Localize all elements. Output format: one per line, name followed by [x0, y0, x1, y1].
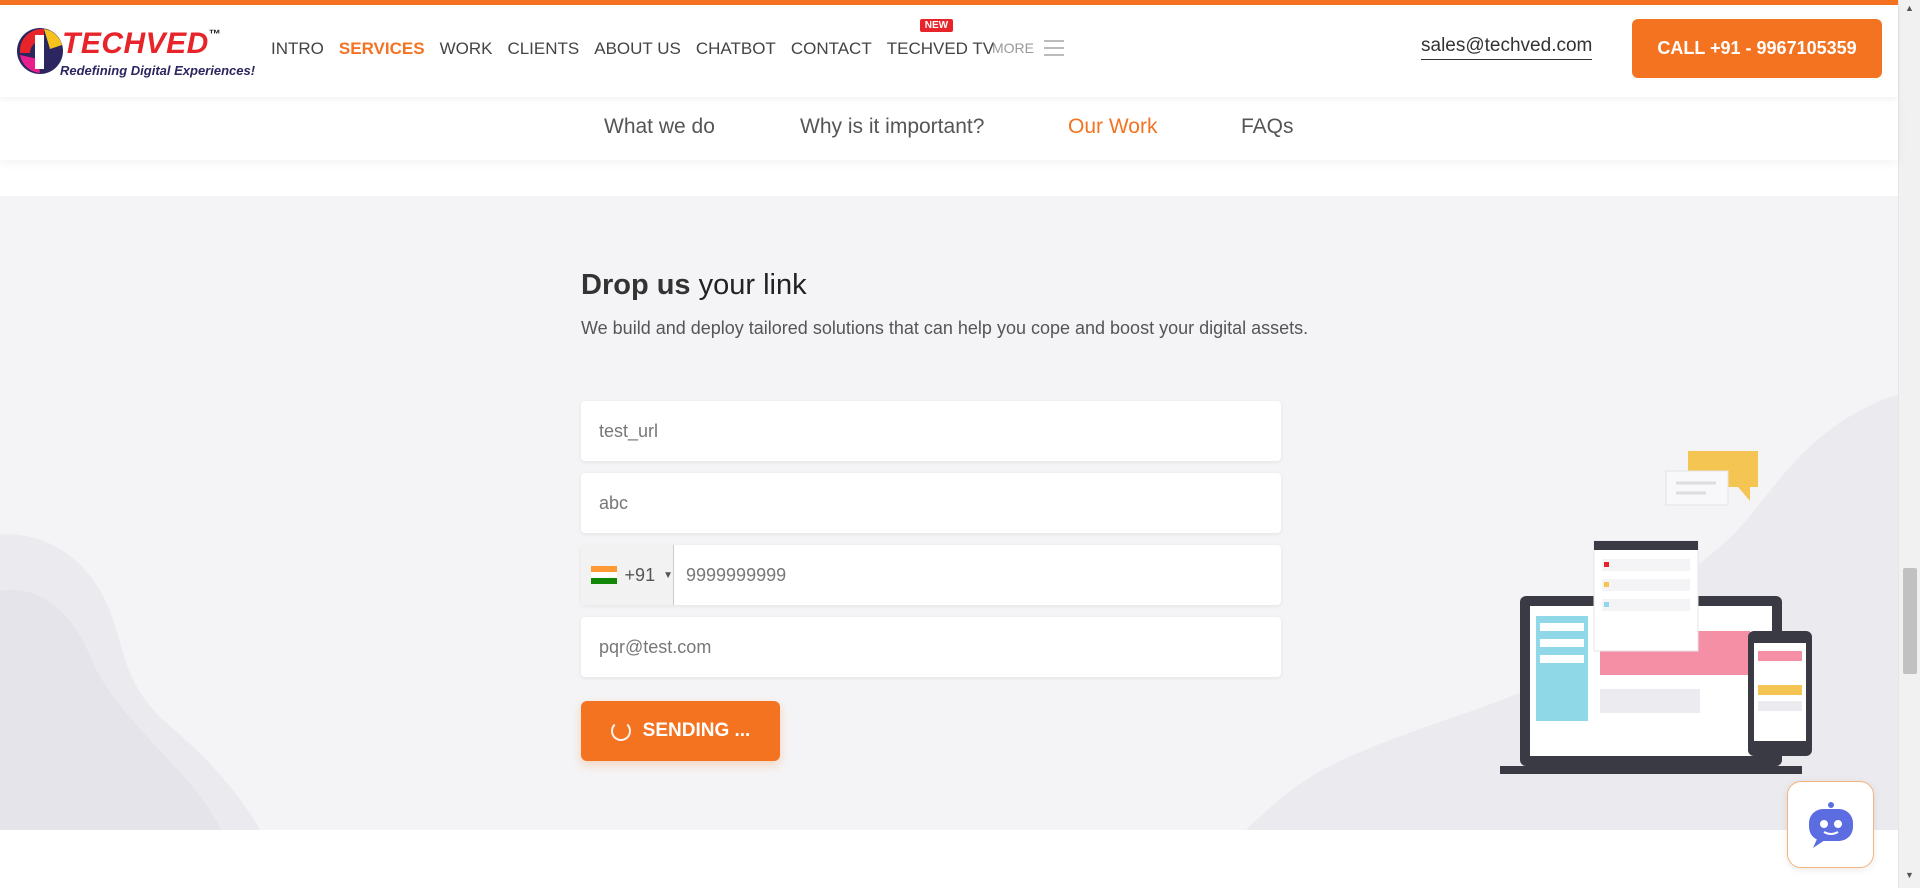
page-scrollbar[interactable]: ▲ ▼ — [1898, 0, 1920, 888]
submit-label: SENDING ... — [642, 720, 751, 741]
url-input[interactable] — [581, 401, 1281, 461]
email-link[interactable]: sales@techved.com — [1421, 35, 1593, 60]
form-title-bold: your link — [698, 269, 807, 301]
form-title-prefix: Drop us — [581, 269, 699, 301]
chatbot-icon — [1808, 801, 1853, 848]
form-description: We build and deploy tailored solutions t… — [581, 318, 1309, 338]
logo-wordmark: TECHVED™ — [62, 27, 222, 60]
nav-chatbot[interactable]: CHATBOT — [696, 39, 776, 59]
nav-techved-tv[interactable]: NEW TECHVED TV — [886, 19, 995, 59]
phone-input[interactable] — [674, 545, 1281, 605]
tab-what-we-do[interactable]: What we do — [604, 115, 715, 139]
new-badge: NEW — [919, 19, 954, 32]
site-header: TECHVED™ Redefining Digital Experiences!… — [0, 5, 1898, 97]
tab-faqs[interactable]: FAQs — [1241, 115, 1294, 139]
drop-link-section: Drop us your link We build and deploy ta… — [0, 196, 1898, 830]
email-field[interactable] — [581, 617, 1281, 677]
background-blob-left — [0, 534, 261, 830]
scroll-up-icon[interactable]: ▲ — [1905, 3, 1914, 13]
tab-our-work[interactable]: Our Work — [1068, 115, 1157, 139]
nav-techved-tv-label: TECHVED TV — [886, 39, 995, 58]
flag-india-icon — [591, 566, 617, 584]
nav-about-us[interactable]: ABOUT US — [594, 39, 681, 59]
url-field[interactable] — [581, 401, 1281, 461]
email-input[interactable] — [581, 617, 1281, 677]
name-input[interactable] — [581, 473, 1281, 533]
main-nav: INTRO SERVICES WORK CLIENTS ABOUT US CHA… — [271, 19, 1009, 59]
nav-contact[interactable]: CONTACT — [791, 39, 872, 59]
phone-field[interactable]: +91 ▼ — [581, 545, 1281, 605]
hamburger-icon — [1044, 40, 1064, 56]
nav-services[interactable]: SERVICES — [339, 39, 425, 59]
techved-logo[interactable]: TECHVED™ Redefining Digital Experiences! — [14, 21, 255, 81]
country-code-select[interactable]: +91 ▼ — [581, 545, 674, 605]
caret-down-icon: ▼ — [663, 569, 673, 581]
chatbot-launcher[interactable] — [1787, 781, 1874, 868]
form-title: Drop us your link — [581, 269, 807, 302]
scroll-down-icon[interactable]: ▼ — [1905, 870, 1914, 880]
logo-tagline: Redefining Digital Experiences! — [60, 63, 256, 78]
submit-button[interactable]: SENDING ... — [581, 701, 780, 761]
nav-work[interactable]: WORK — [440, 39, 493, 59]
spinner-icon — [610, 721, 631, 741]
name-field[interactable] — [581, 473, 1281, 533]
country-code: +91 — [624, 564, 656, 585]
nav-intro[interactable]: INTRO — [271, 39, 324, 59]
call-button[interactable]: CALL +91 - 9967105359 — [1632, 19, 1882, 78]
scroll-thumb[interactable] — [1903, 568, 1917, 674]
more-menu-button[interactable]: MORE — [992, 40, 1064, 56]
section-tabs: What we do Why is it important? Our Work… — [0, 97, 1898, 160]
more-label: MORE — [992, 40, 1034, 56]
devices-illustration — [1500, 451, 1812, 774]
tab-why-important[interactable]: Why is it important? — [800, 115, 984, 139]
nav-clients[interactable]: CLIENTS — [507, 39, 579, 59]
